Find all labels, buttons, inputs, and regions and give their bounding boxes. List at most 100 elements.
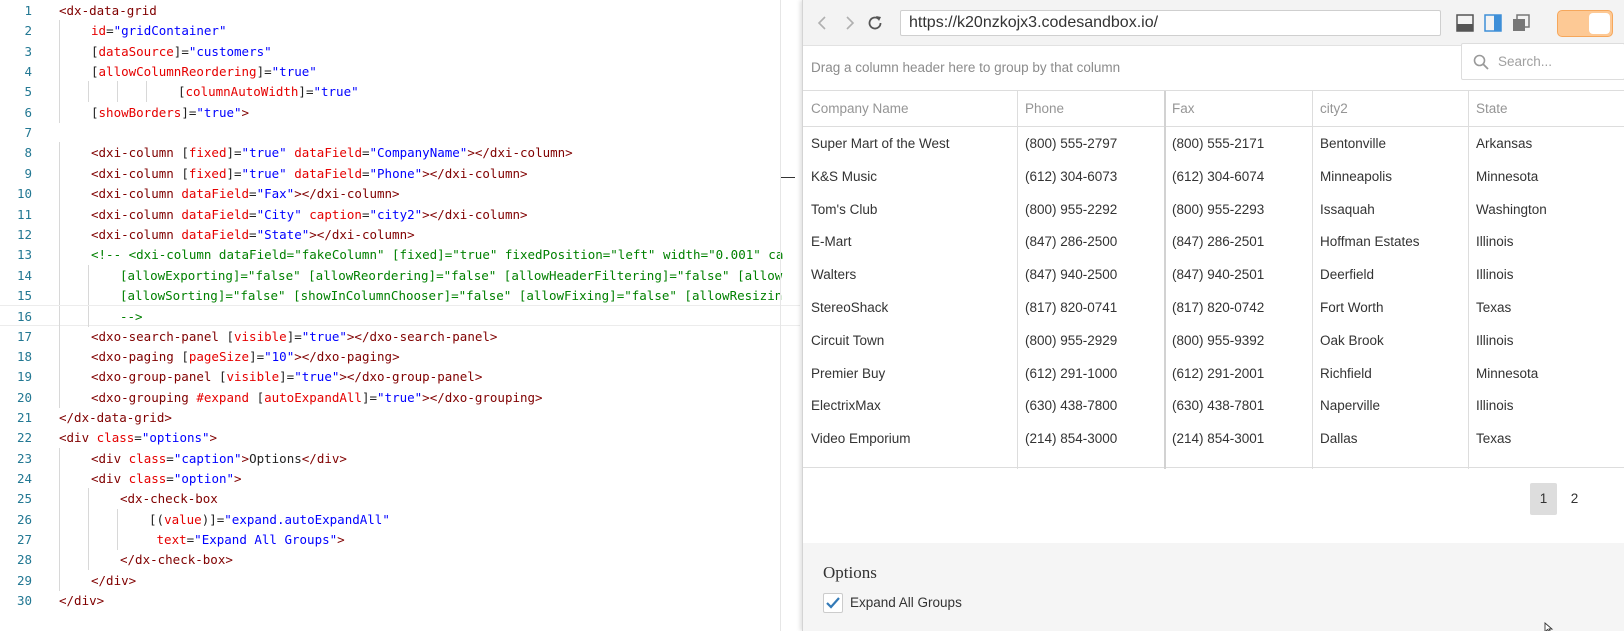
code-line[interactable]: 14 [allowExporting]="false" [allowReorder… [0,264,800,286]
code-text: [columnAutoWidth]="true" [178,81,359,102]
layout-split-icon[interactable] [1484,14,1502,32]
chevron-right-icon[interactable] [839,13,859,33]
code-token: <dxi-column [91,145,182,161]
table-row[interactable]: E-Mart (847) 286-2500 (847) 286-2501 Hoffma… [803,225,1624,259]
column-header[interactable]: State [1468,91,1624,126]
code-line[interactable]: 2 id="gridContainer" [0,20,800,42]
code-token: [allowExporting]="false" [allowReorderin… [120,267,783,283]
chevron-left-icon[interactable] [813,13,833,33]
code-line[interactable]: 6 [showBorders]="true"> [0,101,800,123]
column-header[interactable]: Fax [1164,91,1312,126]
url-bar[interactable]: https://k20nzkojx3.codesandbox.io/ [900,10,1441,36]
code-token: = [134,430,142,446]
code-line[interactable]: 25 <dx-check-box [0,488,800,510]
code-token: "CompanyName" [369,145,468,161]
code-line[interactable]: 28 </dx-check-box> [0,549,800,571]
table-cell: Walters [811,267,857,283]
table-row[interactable]: Walters (847) 940-2500 (847) 940-2501 Deerf… [803,258,1624,292]
indent-guide [59,488,60,510]
column-header[interactable]: Phone [1017,91,1164,126]
code-line[interactable]: 16 --> [0,305,800,328]
table-row[interactable]: StereoShack (817) 820-0741 (817) 820-0742 F… [803,291,1624,325]
code-line[interactable]: 18 <dxo-paging [pageSize]="10"></dxo-pagi… [0,345,800,367]
code-line[interactable]: 10 <dxi-column dataField="Fax"></dxi-colu… [0,183,800,205]
layout-window-icon[interactable] [1512,14,1530,32]
expand-all-checkbox[interactable] [823,593,843,613]
search-icon [1472,53,1490,71]
code-token: ]= [286,328,302,344]
code-token: "options" [141,430,210,446]
page-2-button[interactable]: 2 [1561,483,1588,515]
code-line[interactable]: 8 <dxi-column [fixed]="true" dataField="C… [0,142,800,164]
line-number: 5 [24,84,32,100]
column-divider [1468,91,1469,469]
code-line[interactable]: 24 <div class="option"> [0,468,800,490]
reload-icon[interactable] [865,13,885,33]
column-header[interactable]: city2 [1312,91,1468,126]
code-line[interactable]: 30 </div> [0,590,800,611]
code-text: [showBorders]="true"> [91,102,249,123]
code-line[interactable]: 20 <dxo-grouping #expand [autoExpandAll]=… [0,386,800,408]
table-row[interactable]: Circuit Town (800) 955-2929 (800) 955-9392… [803,324,1624,358]
code-line[interactable]: 1 <dx-data-grid [0,0,800,21]
table-row[interactable]: ElectrixMax (630) 438-7800 (630) 438-7801 N… [803,389,1624,423]
code-line[interactable]: 15 [allowSorting]="false" [showInColumnCh… [0,284,800,306]
code-line[interactable]: 12 <dxi-column dataField="State"></dxi-co… [0,223,800,245]
table-cell: Deerfield [1320,267,1375,283]
code-editor[interactable]: 1 <dx-data-grid 2 id="gridContainer" 3 [dataS… [0,0,800,631]
table-cell: Circuit Town [811,332,885,348]
line-number: 11 [16,206,32,222]
code-line[interactable]: 9 <dxi-column [fixed]="true" dataField="P… [0,162,800,184]
table-cell: Bentonville [1320,136,1387,151]
code-token: <!-- <dxi-column dataField="fakeColumn" … [91,247,784,263]
code-token: "true" [377,389,423,405]
indent-guide [88,549,89,571]
code-line[interactable]: 23 <div class="caption">Options</div> [0,447,800,469]
code-token: "option" [173,471,235,487]
code-line[interactable]: 17 <dxo-search-panel [visible]="true"></d… [0,325,800,347]
code-token: </dx-check-box> [120,552,233,568]
code-token: <div [91,471,129,487]
code-line[interactable]: 5 [columnAutoWidth]="true" [0,81,800,103]
theme-toggle[interactable] [1557,10,1613,37]
table-row[interactable]: Tom's Club (800) 955-2292 (800) 955-2293 Is… [803,193,1624,227]
code-text: <dx-data-grid [59,0,157,21]
table-row[interactable]: K&S Music (612) 304-6073 (612) 304-6074 Min… [803,160,1624,194]
code-token: class [96,430,135,446]
code-token: ></dxo-group-panel> [339,369,483,385]
table-row[interactable]: Video Emporium (214) 854-3000 (214) 854-30… [803,422,1624,456]
code-line[interactable]: 3 [dataSource]="customers" [0,40,800,62]
code-line[interactable]: 13 <!-- <dxi-column dataField="fakeColumn… [0,244,800,266]
code-line[interactable]: 27 text="Expand All Groups"> [0,529,800,551]
line-number: 24 [16,471,32,487]
pane-divider[interactable] [780,0,781,631]
code-token: "Phone" [369,165,423,181]
table-cell: Richfield [1320,365,1372,381]
code-line[interactable]: 22 <div class="options"> [0,427,800,448]
code-line[interactable]: 11 <dxi-column dataField="City" caption="… [0,203,800,225]
code-line[interactable]: 21 </dx-data-grid> [0,407,800,428]
page-1-button[interactable]: 1 [1530,483,1557,515]
search-input[interactable]: Search... [1461,43,1624,80]
code-text: <dxi-column [fixed]="true" dataField="Ph… [91,163,528,184]
table-row[interactable]: Premier Buy (612) 291-1000 (612) 291-2001 R… [803,357,1624,391]
table-row[interactable]: Super Mart of the West (800) 555-2797 (800… [803,127,1624,161]
code-line[interactable]: 7 [0,122,800,143]
code-text: text="Expand All Groups"> [149,529,345,550]
code-line[interactable]: 19 <dxo-group-panel [visible]="true"></dx… [0,366,800,388]
code-text: </div> [59,590,104,611]
expand-all-label[interactable]: Expand All Groups [850,595,962,610]
table-cell: Texas [1476,300,1512,315]
code-token: "true" [301,328,347,344]
code-token: <dxi-column [91,165,182,181]
code-token: ]= [361,389,378,405]
column-header[interactable]: Company Name [803,91,1017,126]
code-text: <!-- <dxi-column dataField="fakeColumn" … [91,244,783,265]
code-line[interactable]: 29 </div> [0,569,800,591]
code-line[interactable]: 26 [(value)]="expand.autoExpandAll" [0,508,800,530]
code-line[interactable]: 4 [allowColumnReordering]="true" [0,61,800,83]
line-number: 9 [24,165,32,181]
code-token: text [156,532,187,548]
indent-guide [117,529,118,551]
layout-bottom-icon[interactable] [1456,14,1474,32]
